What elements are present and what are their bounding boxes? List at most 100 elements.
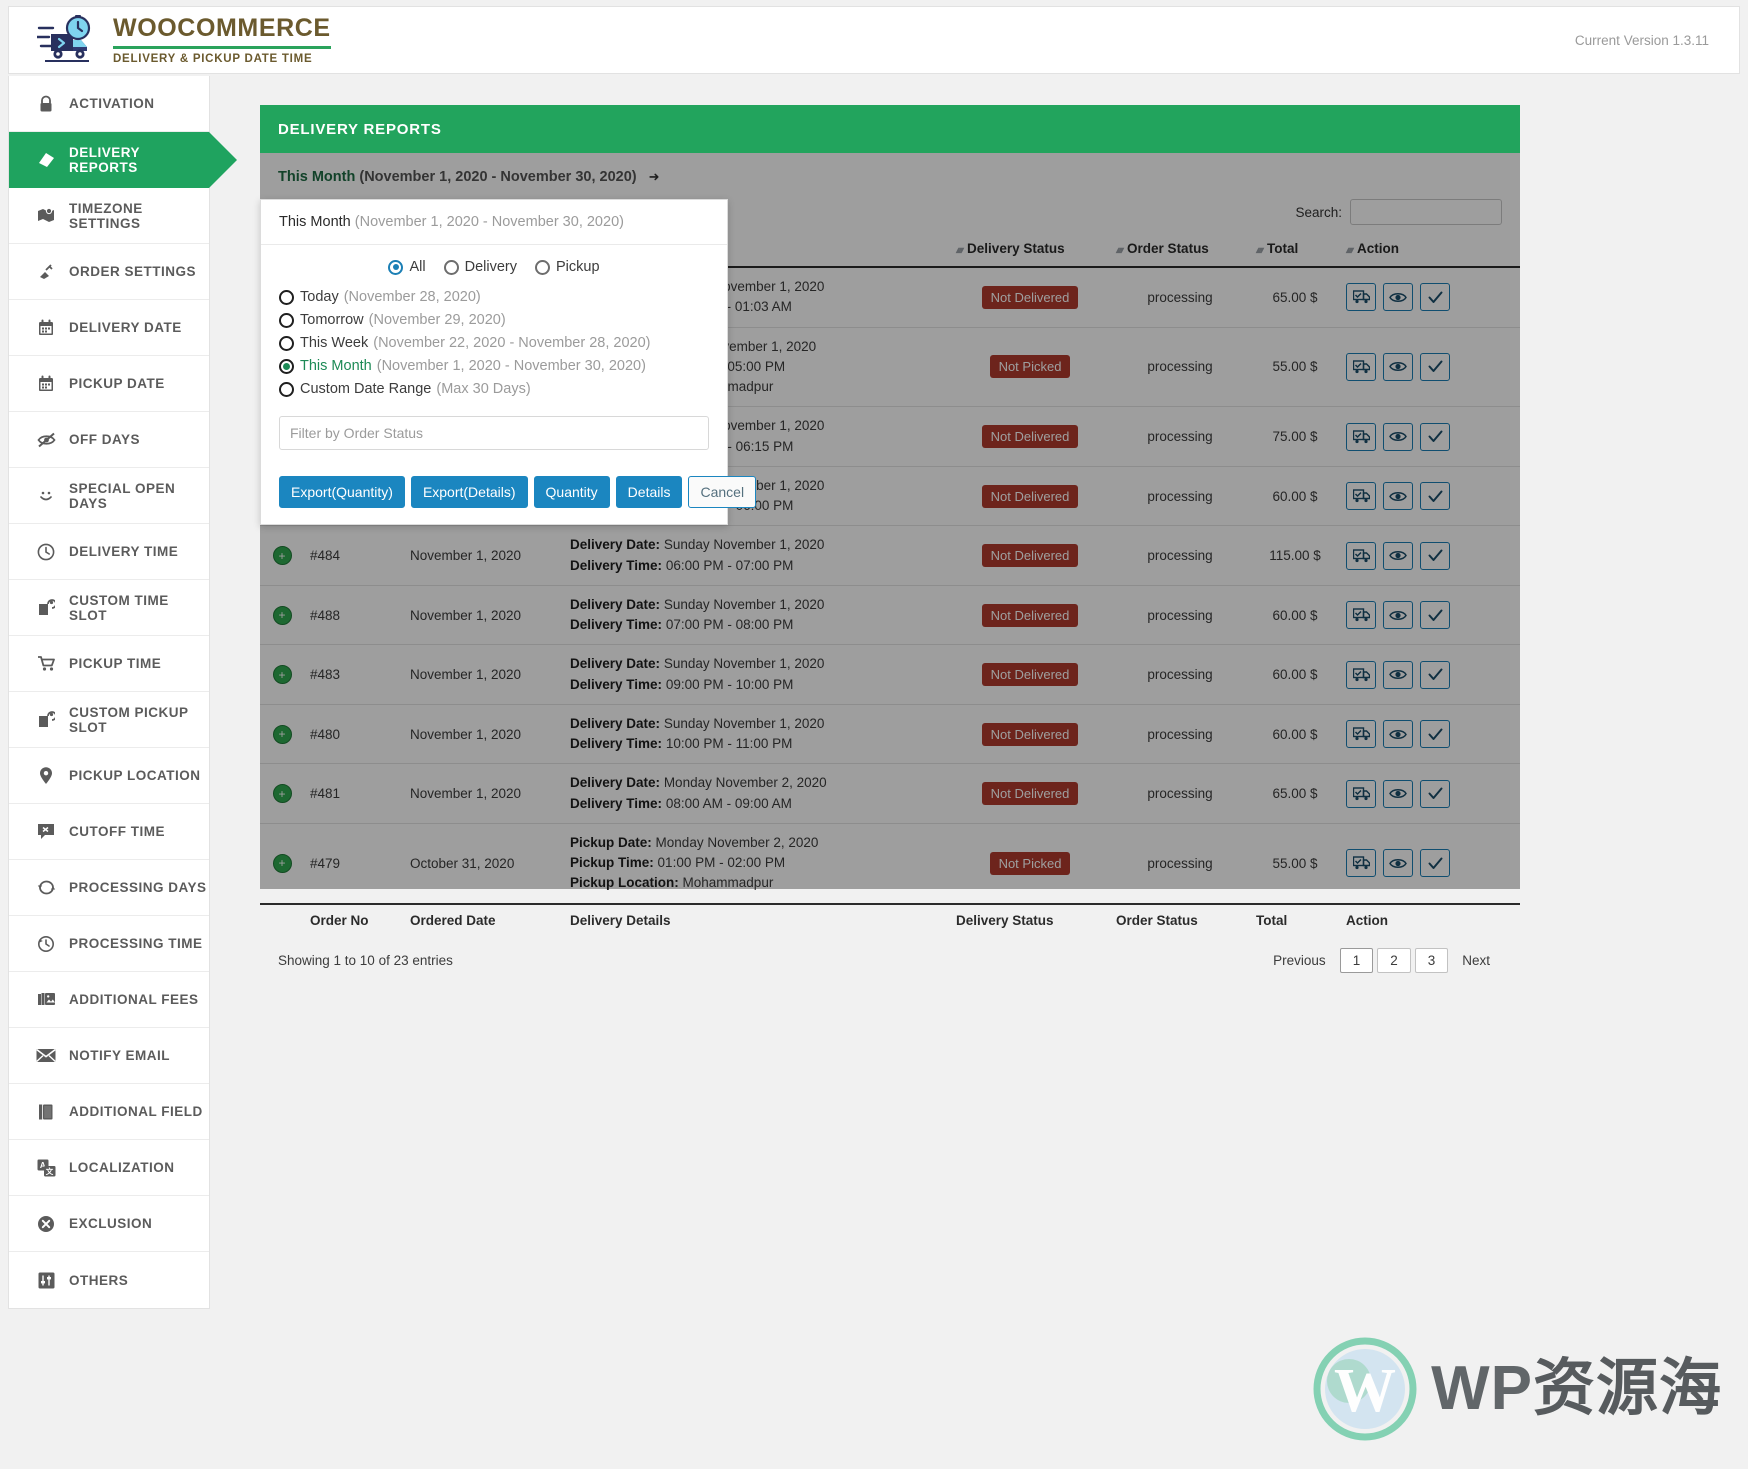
sidebar-item-delivery-date[interactable]: DELIVERY DATE <box>9 300 209 356</box>
export-details--button[interactable]: Export(Details) <box>411 476 528 508</box>
radio-button[interactable] <box>279 382 294 397</box>
truck-check-icon[interactable] <box>1346 482 1376 510</box>
sidebar-item-order-settings[interactable]: ORDER SETTINGS <box>9 244 209 300</box>
truck-check-icon[interactable] <box>1346 601 1376 629</box>
check-icon[interactable] <box>1420 283 1450 311</box>
sidebar-item-delivery-time[interactable]: DELIVERY TIME <box>9 524 209 580</box>
sidebar-item-special-open-days[interactable]: SPECIAL OPEN DAYS <box>9 468 209 524</box>
column-header-order-status[interactable]: Order Status <box>1110 904 1250 938</box>
check-icon[interactable] <box>1420 423 1450 451</box>
column-header-delivery-status[interactable]: Delivery Status <box>950 904 1110 938</box>
eye-icon[interactable] <box>1383 283 1413 311</box>
eye-icon[interactable] <box>1383 720 1413 748</box>
sidebar-item-notify-email[interactable]: NOTIFY EMAIL <box>9 1028 209 1084</box>
check-icon[interactable] <box>1420 601 1450 629</box>
order-status-filter-input[interactable] <box>279 416 709 450</box>
range-option-custom-date-range[interactable]: Custom Date Range(Max 30 Days) <box>279 381 709 397</box>
eye-icon[interactable] <box>1383 780 1413 808</box>
column-header-delivery-status[interactable]: ▴▾Delivery Status <box>950 233 1110 267</box>
date-range-toggle[interactable]: This Month (November 1, 2020 - November … <box>260 153 1520 193</box>
eye-icon[interactable] <box>1383 601 1413 629</box>
sidebar-item-cutoff-time[interactable]: CUTOFF TIME <box>9 804 209 860</box>
sidebar-item-pickup-date[interactable]: PICKUP DATE <box>9 356 209 412</box>
plus-circle-icon[interactable]: + <box>273 665 292 684</box>
truck-check-icon[interactable] <box>1346 283 1376 311</box>
truck-check-icon[interactable] <box>1346 661 1376 689</box>
search-input[interactable] <box>1350 199 1502 225</box>
sidebar-item-additional-fees[interactable]: ADDITIONAL FEES <box>9 972 209 1028</box>
type-radio-delivery[interactable]: Delivery <box>444 259 517 275</box>
sidebar-item-processing-days[interactable]: PROCESSING DAYS <box>9 860 209 916</box>
column-header-total[interactable]: ▴▾Total <box>1250 233 1340 267</box>
radio-button[interactable] <box>279 359 294 374</box>
eye-icon[interactable] <box>1383 482 1413 510</box>
plus-circle-icon[interactable]: + <box>273 725 292 744</box>
range-option-this-week[interactable]: This Week(November 22, 2020 - November 2… <box>279 335 709 351</box>
pagination-page-2[interactable]: 2 <box>1377 948 1411 973</box>
pagination-page-1[interactable]: 1 <box>1340 948 1374 973</box>
truck-check-icon[interactable] <box>1346 849 1376 877</box>
check-icon[interactable] <box>1420 542 1450 570</box>
radio-button[interactable] <box>279 290 294 305</box>
sidebar-item-others[interactable]: OTHERS <box>9 1252 209 1308</box>
sidebar-item-timezone-settings[interactable]: TIMEZONE SETTINGS <box>9 188 209 244</box>
radio-button[interactable] <box>444 260 459 275</box>
sidebar-item-pickup-time[interactable]: PICKUP TIME <box>9 636 209 692</box>
type-radio-all[interactable]: All <box>388 259 425 275</box>
pagination-previous[interactable]: Previous <box>1261 949 1338 972</box>
column-header-order-status[interactable]: ▴▾Order Status <box>1110 233 1250 267</box>
column-header-action[interactable]: ▴▾Action <box>1340 233 1520 267</box>
check-icon[interactable] <box>1420 353 1450 381</box>
truck-check-icon[interactable] <box>1346 353 1376 381</box>
eye-icon[interactable] <box>1383 542 1413 570</box>
status-badge: Not Delivered <box>982 286 1079 309</box>
export-quantity--button[interactable]: Export(Quantity) <box>279 476 405 508</box>
radio-button[interactable] <box>535 260 550 275</box>
check-icon[interactable] <box>1420 661 1450 689</box>
sidebar-item-delivery-reports[interactable]: DELIVERY REPORTS <box>9 132 209 188</box>
column-header-total[interactable]: Total <box>1250 904 1340 938</box>
plus-circle-icon[interactable]: + <box>273 606 292 625</box>
sidebar-item-localization[interactable]: A文LOCALIZATION <box>9 1140 209 1196</box>
radio-button[interactable] <box>279 313 294 328</box>
pagination-next[interactable]: Next <box>1450 949 1502 972</box>
sidebar-item-exclusion[interactable]: EXCLUSION <box>9 1196 209 1252</box>
eye-icon[interactable] <box>1383 661 1413 689</box>
range-option-this-month[interactable]: This Month(November 1, 2020 - November 3… <box>279 358 709 374</box>
column-header-action[interactable]: Action <box>1340 904 1520 938</box>
truck-check-icon[interactable] <box>1346 423 1376 451</box>
sidebar-item-custom-pickup-slot[interactable]: CUSTOM PICKUP SLOT <box>9 692 209 748</box>
sidebar-item-custom-time-slot[interactable]: CUSTOM TIME SLOT <box>9 580 209 636</box>
range-option-today[interactable]: Today(November 28, 2020) <box>279 289 709 305</box>
range-option-tomorrow[interactable]: Tomorrow(November 29, 2020) <box>279 312 709 328</box>
chevron-down-icon[interactable]: ➜ <box>649 169 660 185</box>
sidebar-item-processing-time[interactable]: PROCESSING TIME <box>9 916 209 972</box>
eye-icon[interactable] <box>1383 353 1413 381</box>
radio-button[interactable] <box>279 336 294 351</box>
eye-icon[interactable] <box>1383 423 1413 451</box>
column-header-delivery-details[interactable]: Delivery Details <box>564 904 950 938</box>
quantity-button[interactable]: Quantity <box>534 476 610 508</box>
truck-check-icon[interactable] <box>1346 542 1376 570</box>
plus-circle-icon[interactable]: + <box>273 854 292 873</box>
eye-icon[interactable] <box>1383 849 1413 877</box>
cancel-button[interactable]: Cancel <box>688 476 756 508</box>
check-icon[interactable] <box>1420 720 1450 748</box>
radio-button[interactable] <box>388 260 403 275</box>
sidebar-item-off-days[interactable]: OFF DAYS <box>9 412 209 468</box>
sidebar-item-additional-field[interactable]: ADDITIONAL FIELD <box>9 1084 209 1140</box>
sidebar-item-pickup-location[interactable]: PICKUP LOCATION <box>9 748 209 804</box>
check-icon[interactable] <box>1420 780 1450 808</box>
type-radio-pickup[interactable]: Pickup <box>535 259 600 275</box>
truck-check-icon[interactable] <box>1346 780 1376 808</box>
plus-circle-icon[interactable]: + <box>273 546 292 565</box>
check-icon[interactable] <box>1420 849 1450 877</box>
details-button[interactable]: Details <box>616 476 683 508</box>
truck-check-icon[interactable] <box>1346 720 1376 748</box>
column-header-ordered-date[interactable]: Ordered Date <box>404 904 564 938</box>
check-icon[interactable] <box>1420 482 1450 510</box>
pagination-page-3[interactable]: 3 <box>1415 948 1449 973</box>
sidebar-item-activation[interactable]: ACTIVATION <box>9 76 209 132</box>
column-header-order-no[interactable]: Order No <box>304 904 404 938</box>
plus-circle-icon[interactable]: + <box>273 784 292 803</box>
